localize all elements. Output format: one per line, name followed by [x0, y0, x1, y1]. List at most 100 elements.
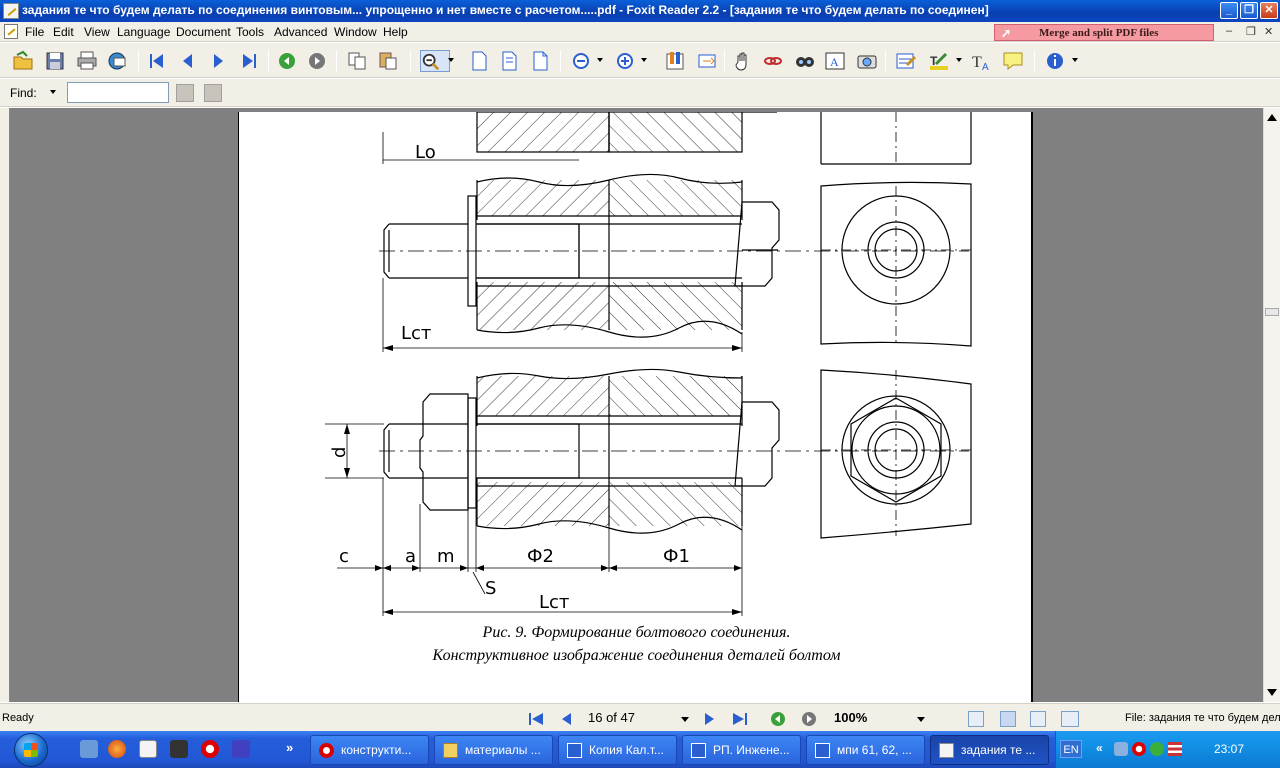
menu-document[interactable]: Document	[176, 25, 231, 39]
mdi-restore-button[interactable]: ❐	[1246, 25, 1256, 38]
opera-icon	[319, 743, 334, 758]
language-indicator[interactable]: EN	[1060, 740, 1082, 758]
media-icon[interactable]	[170, 740, 188, 758]
link-icon[interactable]	[762, 50, 784, 72]
next-page-icon[interactable]	[704, 712, 716, 726]
chevron-down-icon[interactable]	[917, 717, 925, 722]
menu-window[interactable]: Window	[334, 25, 377, 39]
menu-language[interactable]: Language	[117, 25, 170, 39]
menu-tools[interactable]: Tools	[236, 25, 264, 39]
facing-view-icon[interactable]	[1030, 711, 1046, 727]
firefox-icon[interactable]	[108, 740, 126, 758]
minimize-button[interactable]: _	[1220, 2, 1238, 19]
network-icon[interactable]	[1114, 742, 1128, 756]
zoom-out-icon[interactable]	[570, 50, 592, 72]
forward-icon[interactable]	[306, 50, 328, 72]
mdi-close-button[interactable]: ✕	[1264, 25, 1273, 38]
highlight-icon[interactable]: T	[928, 50, 950, 72]
mdi-minimize-button[interactable]: ‒	[1226, 25, 1232, 37]
folder-icon	[443, 743, 458, 758]
single-page-view-icon[interactable]	[968, 711, 984, 727]
title-bar: задания те что будем делать по соединени…	[0, 0, 1280, 22]
show-desktop-icon[interactable]	[80, 740, 98, 758]
document-icon[interactable]	[4, 24, 18, 39]
paste-icon[interactable]	[377, 50, 399, 72]
clock[interactable]: 23:07	[1214, 742, 1244, 756]
forward-icon[interactable]	[801, 711, 817, 727]
find-options-dropdown[interactable]	[50, 90, 56, 94]
page-number-field[interactable]: 16 of 47	[584, 709, 692, 727]
find-previous-button[interactable]	[176, 84, 194, 102]
menu-file[interactable]: File	[25, 25, 44, 39]
continuous-icon[interactable]	[498, 50, 520, 72]
email-icon[interactable]	[106, 50, 128, 72]
taskbar-item-word-2[interactable]: РП. Инжене...	[682, 735, 801, 765]
continuous-facing-view-icon[interactable]	[1061, 711, 1079, 727]
continuous-view-icon[interactable]	[1000, 711, 1016, 727]
copy-icon[interactable]	[346, 50, 368, 72]
zoom-in-icon[interactable]	[614, 50, 636, 72]
back-icon[interactable]	[276, 50, 298, 72]
document-viewport[interactable]: Lo Lст d c a m Ф2 Ф1 S Lст Рис. 9. Форми…	[0, 108, 1280, 702]
maximize-button[interactable]: ❐	[1240, 2, 1258, 19]
menu-edit[interactable]: Edit	[53, 25, 74, 39]
chevron-down-icon[interactable]	[681, 717, 689, 722]
last-page-icon[interactable]	[732, 712, 748, 726]
navigation-pane-edge[interactable]	[0, 108, 10, 702]
zoom-field[interactable]: 100%	[830, 709, 928, 727]
taskbar-item-word-1[interactable]: Копия Кал.т...	[558, 735, 677, 765]
find-icon[interactable]	[794, 50, 816, 72]
scroll-up-icon[interactable]	[1267, 114, 1277, 121]
more-apps-icon[interactable]: »	[286, 740, 293, 755]
svg-text:T: T	[972, 54, 982, 71]
hand-icon[interactable]	[732, 50, 754, 72]
taskbar-item-word-3[interactable]: мпи 61, 62, ...	[806, 735, 925, 765]
back-icon[interactable]	[770, 711, 786, 727]
save-icon[interactable]	[232, 740, 250, 758]
start-button[interactable]	[14, 733, 48, 767]
close-button[interactable]: ✕	[1260, 2, 1278, 19]
snapshot-icon[interactable]	[856, 50, 878, 72]
dim-label-l0: Lo	[415, 142, 436, 163]
fit-icon[interactable]	[696, 50, 718, 72]
menu-advanced[interactable]: Advanced	[274, 25, 327, 39]
taskbar-item-opera[interactable]: конструкти...	[310, 735, 429, 765]
note-icon[interactable]	[895, 50, 917, 72]
foxit-icon[interactable]	[139, 740, 157, 758]
first-page-icon[interactable]	[528, 712, 544, 726]
opera-icon[interactable]	[201, 740, 219, 758]
prev-page-icon[interactable]	[560, 712, 572, 726]
find-input[interactable]	[67, 82, 169, 103]
menu-help[interactable]: Help	[383, 25, 408, 39]
save-icon[interactable]	[44, 50, 66, 72]
scroll-down-icon[interactable]	[1267, 689, 1277, 696]
merge-split-banner[interactable]: ➚ Merge and split PDF files	[994, 24, 1214, 41]
prev-page-icon[interactable]	[177, 50, 199, 72]
menu-view[interactable]: View	[84, 25, 110, 39]
dim-label-m: m	[437, 546, 455, 567]
text-select-icon[interactable]: A	[824, 50, 846, 72]
zoom-icon[interactable]	[420, 50, 450, 72]
typewriter-icon[interactable]: TA	[970, 50, 992, 73]
info-icon[interactable]	[1044, 50, 1066, 72]
print-icon[interactable]	[76, 50, 98, 72]
taskbar-item-foxit[interactable]: задания те ...	[930, 735, 1049, 765]
bookmark-icon[interactable]	[664, 50, 686, 72]
taskbar-item-folder[interactable]: материалы ...	[434, 735, 553, 765]
foxit-app-icon[interactable]	[3, 3, 19, 19]
antivirus-icon[interactable]	[1150, 742, 1164, 756]
opera-tray-icon[interactable]	[1132, 742, 1146, 756]
next-page-icon[interactable]	[207, 50, 229, 72]
last-page-icon[interactable]	[238, 50, 260, 72]
find-next-button[interactable]	[204, 84, 222, 102]
open-icon[interactable]	[12, 50, 34, 72]
single-page-icon[interactable]	[468, 50, 490, 72]
flag-icon[interactable]	[1168, 742, 1182, 756]
pdf-page[interactable]: Lo Lст d c a m Ф2 Ф1 S Lст Рис. 9. Форми…	[238, 111, 1033, 702]
facing-icon[interactable]	[529, 50, 551, 72]
vertical-scrollbar[interactable]	[1263, 108, 1280, 702]
first-page-icon[interactable]	[146, 50, 168, 72]
comment-icon[interactable]	[1002, 50, 1024, 72]
tray-expand-icon[interactable]: «	[1096, 741, 1103, 755]
scroll-thumb[interactable]	[1265, 308, 1279, 316]
